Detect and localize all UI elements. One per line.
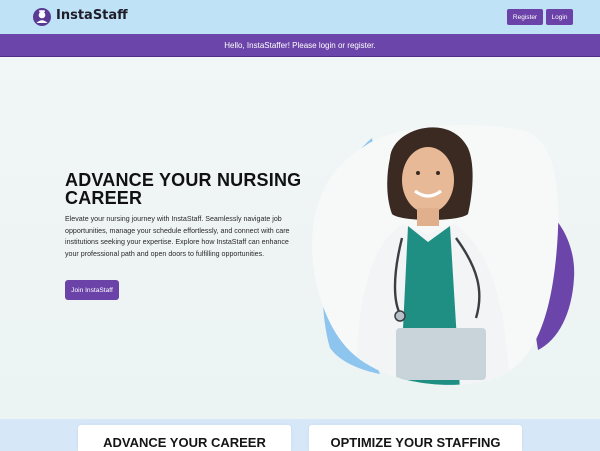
feature-card-title: OPTIMIZE YOUR STAFFING — [330, 435, 501, 450]
join-button[interactable]: Join InstaStaff — [65, 280, 119, 300]
hero-description: Elevate your nursing journey with InstaS… — [65, 215, 290, 258]
register-button[interactable]: Register — [507, 9, 543, 25]
feature-card-staffing[interactable]: OPTIMIZE YOUR STAFFING — [309, 425, 522, 451]
login-button[interactable]: Login — [546, 9, 573, 25]
banner-message: Hello, InstaStaffer! Please login or reg… — [224, 40, 376, 50]
clipboard-tablet — [396, 328, 486, 380]
brand-name[interactable]: InstaStaff — [56, 8, 128, 23]
top-navigation-bar: InstaStaff Register Login — [0, 0, 600, 34]
feature-card-career[interactable]: ADVANCE YOUR CAREER — [78, 425, 291, 451]
nurse-logo-icon[interactable] — [32, 7, 52, 27]
feature-card-title: ADVANCE YOUR CAREER — [103, 435, 266, 450]
hero-nurse-illustration — [312, 124, 575, 385]
nurse-neck — [417, 208, 439, 226]
greeting-banner: Hello, InstaStaffer! Please login or reg… — [0, 34, 600, 57]
nurse-face — [402, 147, 454, 213]
hero-title: ADVANCE YOUR NURSING CAREER — [65, 170, 302, 208]
